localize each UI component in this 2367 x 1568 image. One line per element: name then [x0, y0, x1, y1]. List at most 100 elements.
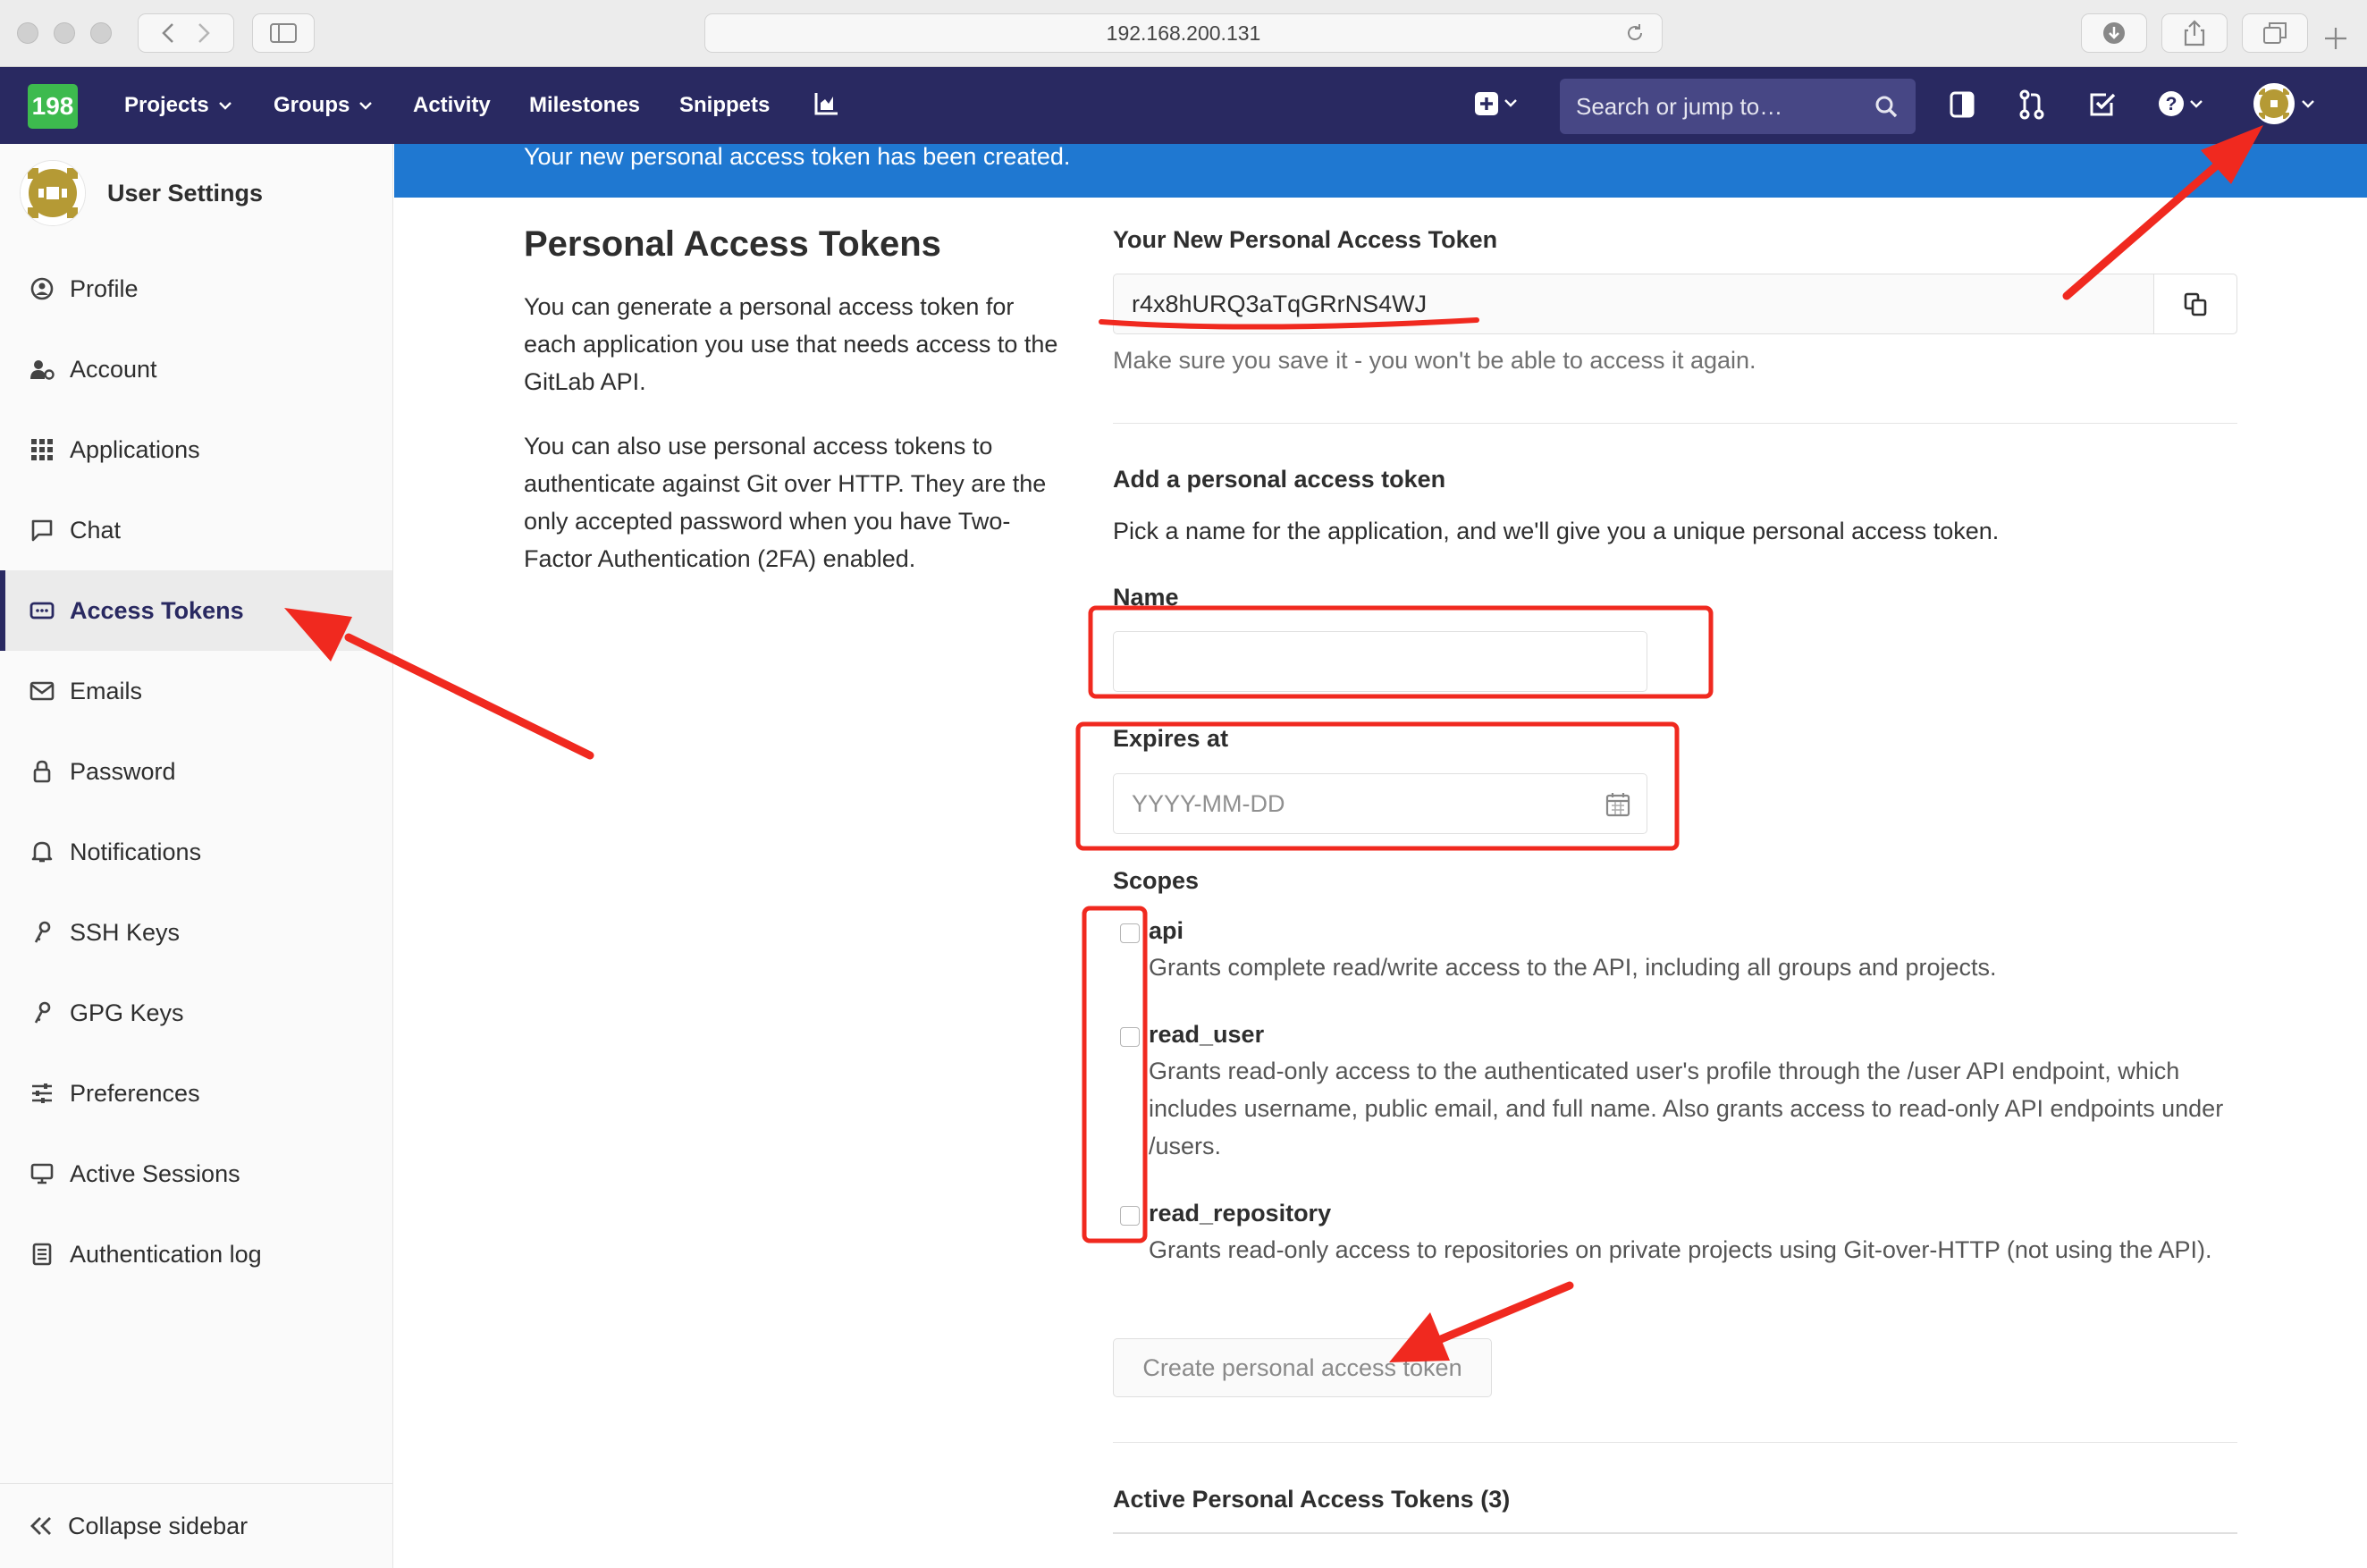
collapse-sidebar-label: Collapse sidebar — [68, 1512, 248, 1539]
access-tokens-icon — [29, 597, 55, 624]
sidebar-item-account[interactable]: Account — [0, 329, 392, 409]
divider — [1113, 1442, 2237, 1443]
sidebar-title: User Settings — [107, 179, 264, 207]
sidebar-panel-icon[interactable] — [1949, 89, 1975, 120]
sidebar-item-label: Authentication log — [70, 1240, 262, 1268]
top-navbar: 198 Projects Groups Activity Milestones … — [0, 67, 2367, 144]
profile-icon — [29, 275, 55, 302]
address-bar[interactable]: 192.168.200.131 — [704, 13, 1663, 53]
intro-column: Personal Access Tokens You can generate … — [524, 224, 1060, 604]
email-icon — [29, 678, 55, 704]
back-icon[interactable] — [162, 22, 174, 44]
calendar-icon[interactable] — [1605, 792, 1630, 817]
chart-icon[interactable] — [813, 91, 838, 116]
sidebar-item-profile[interactable]: Profile — [0, 249, 392, 329]
expires-placeholder: YYYY-MM-DD — [1132, 789, 1285, 817]
chat-icon — [29, 517, 55, 544]
sidebar-header[interactable]: User Settings — [20, 160, 263, 226]
scope-read-repository-checkbox[interactable] — [1120, 1206, 1140, 1226]
nav-activity-label: Activity — [413, 93, 491, 117]
window-minimize-button[interactable] — [54, 22, 75, 44]
new-token-value[interactable]: r4x8hURQ3aTqGRrNS4WJ — [1114, 274, 2154, 333]
main-content: Personal Access Tokens You can generate … — [394, 198, 2367, 1568]
nav-milestones[interactable]: Milestones — [529, 67, 640, 144]
share-icon — [2184, 20, 2205, 46]
sidebar-item-authentication-log[interactable]: Authentication log — [0, 1214, 392, 1294]
reload-icon[interactable] — [1624, 22, 1646, 44]
merge-request-icon[interactable] — [2018, 89, 2045, 121]
chevron-down-icon — [218, 101, 232, 110]
sidebar-item-gpg-keys[interactable]: GPG Keys — [0, 973, 392, 1053]
copy-token-button[interactable] — [2153, 274, 2236, 333]
log-icon — [29, 1241, 55, 1268]
chevron-down-icon — [358, 101, 373, 110]
copy-icon — [2184, 292, 2207, 316]
forward-icon[interactable] — [198, 22, 210, 44]
browser-toolbar: 192.168.200.131 — [0, 0, 2367, 67]
scope-read-user-checkbox[interactable] — [1120, 1027, 1140, 1047]
window-close-button[interactable] — [17, 22, 38, 44]
expires-label: Expires at — [1113, 725, 1229, 752]
help-icon[interactable]: ? — [2157, 89, 2205, 118]
scope-api-checkbox[interactable] — [1120, 923, 1140, 943]
tabs-icon — [2263, 22, 2287, 44]
sliders-icon — [29, 1080, 55, 1107]
sidebar-item-access-tokens[interactable]: Access Tokens — [0, 570, 392, 651]
nav-projects[interactable]: Projects — [124, 67, 232, 144]
todo-check-icon[interactable] — [2088, 90, 2117, 119]
nav-groups[interactable]: Groups — [274, 67, 373, 144]
new-token-label: Your New Personal Access Token — [1113, 226, 1498, 253]
account-icon — [29, 356, 55, 383]
share-button[interactable] — [2161, 13, 2228, 53]
add-token-description: Pick a name for the application, and we'… — [1113, 518, 2000, 544]
active-tokens-heading: Active Personal Access Tokens (3) — [1113, 1486, 1511, 1513]
expires-date-input[interactable]: YYYY-MM-DD — [1113, 773, 1647, 834]
create-token-button[interactable]: Create personal access token — [1113, 1338, 1492, 1397]
svg-text:?: ? — [2166, 94, 2177, 114]
collapse-sidebar-button[interactable]: Collapse sidebar — [0, 1483, 392, 1568]
tabs-overview-button[interactable] — [2242, 13, 2308, 53]
key-icon — [29, 999, 55, 1026]
divider — [1113, 423, 2237, 424]
nav-activity[interactable]: Activity — [413, 67, 491, 144]
new-token-hint: Make sure you save it - you won't be abl… — [1113, 347, 1756, 374]
sidebar-item-chat[interactable]: Chat — [0, 490, 392, 570]
name-label: Name — [1113, 584, 1179, 611]
sidebar-item-active-sessions[interactable]: Active Sessions — [0, 1134, 392, 1214]
add-token-heading: Add a personal access token — [1113, 466, 1446, 493]
sidebar-item-ssh-keys[interactable]: SSH Keys — [0, 892, 392, 973]
double-chevron-left-icon — [29, 1515, 54, 1537]
sidebar-item-password[interactable]: Password — [0, 731, 392, 812]
sidebar-item-label: Chat — [70, 516, 122, 544]
nav-snippets-label: Snippets — [679, 93, 771, 117]
sidebar-item-applications[interactable]: Applications — [0, 409, 392, 490]
sidebar-item-emails[interactable]: Emails — [0, 651, 392, 731]
sidebar-avatar — [20, 160, 86, 226]
user-avatar[interactable] — [2253, 83, 2295, 124]
name-input[interactable] — [1113, 631, 1647, 692]
back-forward-buttons[interactable] — [138, 13, 234, 53]
sidebar-item-label: Notifications — [70, 838, 202, 865]
sidebar-item-label: Emails — [70, 677, 143, 704]
active-tokens-table-border — [1113, 1532, 2237, 1534]
scope-api-name: api — [1149, 917, 1184, 944]
sidebar-toggle-button[interactable] — [252, 13, 315, 53]
nav-snippets[interactable]: Snippets — [679, 67, 770, 144]
scope-read-repository-description: Grants read-only access to repositories … — [1149, 1236, 2212, 1263]
sidebar-item-preferences[interactable]: Preferences — [0, 1053, 392, 1134]
instance-logo[interactable]: 198 — [28, 84, 78, 129]
window-zoom-button[interactable] — [90, 22, 112, 44]
search-input[interactable]: Search or jump to… — [1560, 79, 1916, 134]
chevron-down-icon[interactable] — [2301, 99, 2315, 108]
new-tab-icon[interactable] — [2322, 25, 2349, 52]
downloads-button[interactable] — [2081, 13, 2147, 53]
intro-paragraph: You can also use personal access tokens … — [524, 433, 1047, 572]
new-token-field: r4x8hURQ3aTqGRrNS4WJ — [1113, 274, 2237, 334]
sidebar-icon — [270, 23, 297, 43]
new-item-plus-icon[interactable] — [1473, 90, 1521, 117]
sidebar-item-label: Password — [70, 757, 176, 785]
sidebar-item-label: Applications — [70, 435, 200, 463]
lock-icon — [29, 758, 55, 785]
nav-groups-label: Groups — [274, 93, 350, 117]
sidebar-item-notifications[interactable]: Notifications — [0, 812, 392, 892]
